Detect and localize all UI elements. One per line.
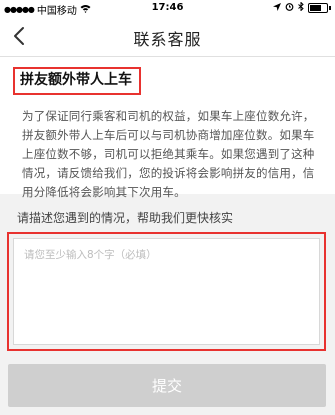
nav-bar: 联系客服 (0, 17, 335, 57)
status-bar: ●●●●● 中国移动 17:46 (0, 0, 335, 17)
topic-description: 为了保证同行乘客和司机的权益，如果车上座位数允许，拼友额外带人上车后可以与司机协… (22, 109, 315, 199)
alarm-icon (285, 2, 294, 14)
submit-button[interactable]: 提交 (8, 364, 326, 407)
location-icon (273, 2, 281, 14)
description-input[interactable] (13, 238, 320, 345)
battery-icon (308, 3, 328, 13)
topic-card: 拼友额外带人上车 为了保证同行乘客和司机的权益，如果车上座位数允许，拼友额外带人… (0, 57, 335, 199)
battery-nub (329, 6, 331, 10)
topic-title: 拼友额外带人上车 (13, 67, 141, 95)
page-title: 联系客服 (133, 30, 202, 49)
describe-label: 请描述您遇到的情况，帮助我们更快核实 (17, 211, 234, 225)
bluetooth-icon (298, 1, 304, 14)
status-right (273, 1, 331, 14)
description-field-highlight (7, 232, 326, 351)
